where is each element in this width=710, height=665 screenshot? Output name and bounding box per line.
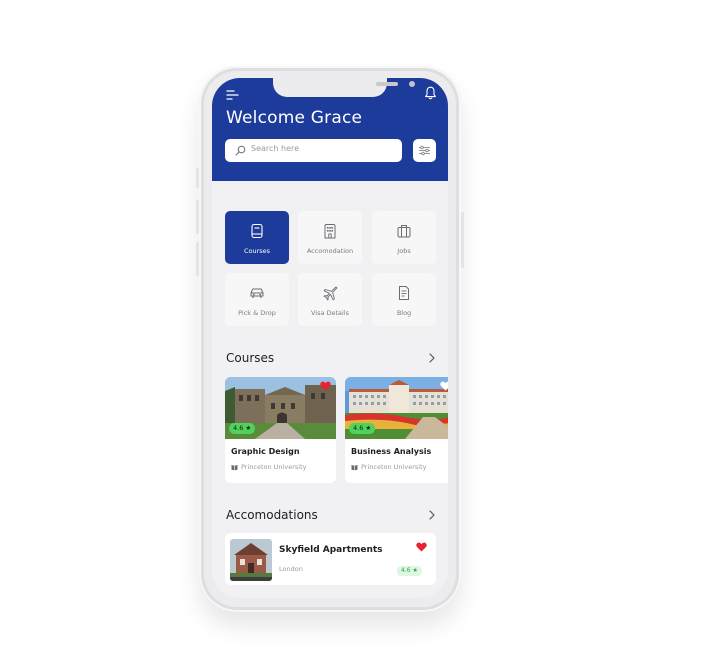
phone-notch [273,78,415,97]
car-icon [250,288,264,298]
course-title: Graphic Design [231,447,300,456]
front-camera [409,81,415,87]
course-card[interactable]: 4.6 ★ Graphic Design Princeton Universit… [225,377,336,483]
heart-icon[interactable] [320,381,331,391]
course-card[interactable]: 4.6 ★ Business Analysis Princeton Univer… [345,377,448,483]
category-label: Visa Details [310,309,350,317]
category-accomodation[interactable]: Accomodation [298,211,362,264]
building-icon [324,224,336,239]
phone-power-button [461,212,464,268]
rating-badge: 4.6 ★ [229,423,256,434]
course-university: Princeton University [361,463,427,471]
category-label: Blog [396,309,412,317]
bell-icon[interactable] [424,86,437,100]
category-label: Accomodation [306,247,354,255]
filter-button[interactable] [413,139,436,162]
category-label: Pick & Drop [238,309,276,317]
chevron-right-icon[interactable] [428,353,436,363]
document-icon [399,286,409,300]
phone-side-button [196,168,199,188]
speaker-grille [376,82,398,86]
rating-badge: 4.6 ★ [397,566,422,576]
accomodation-location: London [279,565,303,573]
app-screen: Welcome Grace Search here Courses Accomo… [212,78,448,598]
open-book-icon [351,465,358,471]
search-input[interactable]: Search here [225,139,402,162]
category-label: Jobs [397,247,411,255]
welcome-heading: Welcome Grace [226,108,363,128]
chevron-right-icon[interactable] [428,510,436,520]
course-university: Princeton University [241,463,307,471]
rating-badge: 4.6 ★ [349,423,376,434]
filter-icon [419,145,430,156]
category-pick-drop[interactable]: Pick & Drop [225,273,289,326]
phone-side-button [196,200,199,234]
accomodations-section-title: Accomodations [226,508,318,522]
accomodation-title: Skyfield Apartments [279,545,383,555]
accomodation-image [230,539,272,581]
search-placeholder: Search here [251,144,300,153]
open-book-icon [231,465,238,471]
heart-icon[interactable] [440,381,448,391]
search-icon [235,145,246,156]
category-jobs[interactable]: Jobs [372,211,436,264]
category-label: Courses [243,247,271,255]
book-icon [251,223,263,239]
airplane-icon [323,286,338,301]
course-title: Business Analysis [351,447,432,456]
menu-icon[interactable] [226,89,240,101]
category-visa-details[interactable]: Visa Details [298,273,362,326]
category-courses[interactable]: Courses [225,211,289,264]
courses-section-title: Courses [226,351,275,365]
briefcase-icon [397,225,411,238]
phone-side-button [196,242,199,276]
heart-icon[interactable] [416,542,427,552]
category-blog[interactable]: Blog [372,273,436,326]
accomodation-card[interactable]: Skyfield Apartments London 4.6 ★ [225,533,436,585]
